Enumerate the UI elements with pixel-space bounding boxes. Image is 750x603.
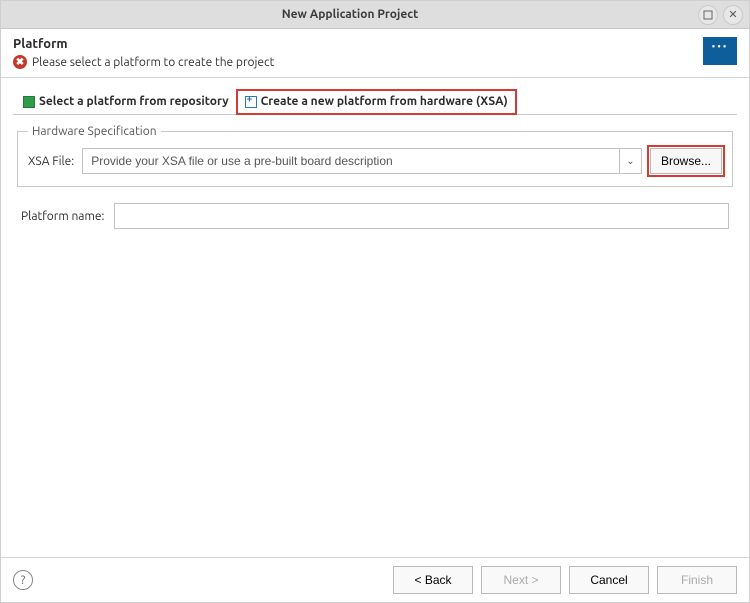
- wizard-footer: ? < Back Next > Cancel Finish: [1, 557, 749, 602]
- help-icon: ?: [21, 574, 26, 587]
- tab-label: Select a platform from repository: [39, 95, 229, 108]
- header-message: ✖ Please select a platform to create the…: [13, 55, 703, 69]
- header-message-text: Please select a platform to create the p…: [32, 56, 274, 69]
- wizard-header-text: Platform ✖ Please select a platform to c…: [13, 37, 703, 69]
- tab-label: Create a new platform from hardware (XSA…: [261, 95, 508, 108]
- next-button[interactable]: Next >: [481, 566, 561, 594]
- error-icon: ✖: [13, 55, 27, 69]
- titlebar: New Application Project ✕: [1, 1, 749, 29]
- xsa-row: XSA File: ⌄ Browse...: [28, 148, 722, 174]
- minimize-button[interactable]: [698, 5, 718, 25]
- browse-button[interactable]: Browse...: [650, 148, 722, 174]
- tab-bar: Select a platform from repository Create…: [13, 90, 737, 115]
- tab-panel: Hardware Specification XSA File: ⌄ Brows…: [13, 115, 737, 545]
- xsa-file-label: XSA File:: [28, 155, 74, 168]
- tab-create-from-hardware[interactable]: Create a new platform from hardware (XSA…: [237, 90, 516, 114]
- wizard-header: Platform ✖ Please select a platform to c…: [1, 29, 749, 78]
- tab-select-repository[interactable]: Select a platform from repository: [15, 90, 237, 114]
- close-button[interactable]: ✕: [723, 5, 743, 25]
- cancel-button[interactable]: Cancel: [569, 566, 649, 594]
- finish-button[interactable]: Finish: [657, 566, 737, 594]
- new-platform-icon: [245, 96, 257, 108]
- platform-name-input[interactable]: [114, 203, 729, 229]
- hardware-specification-group: Hardware Specification XSA File: ⌄ Brows…: [17, 125, 733, 187]
- page-title: Platform: [13, 37, 703, 51]
- xsa-dropdown-button[interactable]: ⌄: [619, 149, 641, 173]
- platform-name-row: Platform name:: [17, 201, 733, 231]
- platform-name-label: Platform name:: [21, 210, 104, 223]
- xsa-file-input[interactable]: [83, 149, 619, 173]
- hardware-specification-legend: Hardware Specification: [28, 125, 161, 138]
- wizard-content: Select a platform from repository Create…: [1, 78, 749, 557]
- help-button[interactable]: ?: [13, 570, 33, 590]
- dialog-window: New Application Project ✕ Platform ✖ Ple…: [0, 0, 750, 603]
- chevron-down-icon: ⌄: [626, 155, 634, 167]
- banner-icon: •••: [703, 37, 737, 65]
- back-button[interactable]: < Back: [393, 566, 473, 594]
- window-title: New Application Project: [7, 8, 693, 21]
- xsa-file-combo[interactable]: ⌄: [82, 148, 642, 174]
- repository-icon: [23, 96, 35, 108]
